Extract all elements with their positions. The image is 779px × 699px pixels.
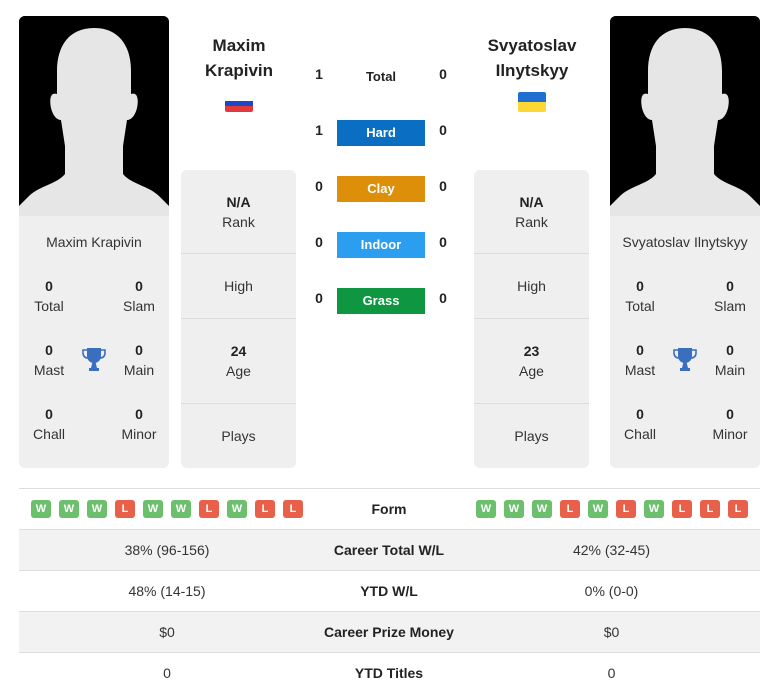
h2h-indoor-p1: 0 — [315, 234, 323, 250]
divider — [474, 253, 589, 254]
trophy-icon — [81, 346, 107, 372]
player2-value: 0 — [607, 665, 616, 681]
h2h-grass-p1: 0 — [315, 290, 323, 306]
player2-info-card: N/A Rank High 23 Age Plays — [474, 170, 589, 468]
player2-stat-minor: 0 Minor — [712, 406, 748, 442]
surface-clay[interactable]: Clay — [337, 176, 425, 202]
row-label: YTD W/L — [360, 583, 418, 599]
player2-stat-main: 0 Main — [714, 342, 746, 378]
player1-age: 24 Age — [226, 343, 251, 379]
h2h-total-p1: 1 — [315, 66, 323, 82]
form-badge-win[interactable]: W — [171, 500, 191, 518]
h2h-hard-p1: 1 — [315, 122, 323, 138]
player1-stat-slam: 0 Slam — [123, 278, 155, 314]
form-badge-loss[interactable]: L — [728, 500, 748, 518]
divider — [474, 318, 589, 319]
player1-plays: Plays — [221, 428, 256, 444]
player2-value: $0 — [603, 624, 620, 640]
h2h-total-p2: 0 — [439, 66, 447, 82]
player1-rank: N/A Rank — [222, 194, 255, 230]
player-silhouette-icon — [19, 16, 169, 216]
player-silhouette-icon — [610, 16, 760, 216]
player2-value: 42% (32-45) — [572, 542, 651, 558]
form-badge-win[interactable]: W — [588, 500, 608, 518]
row-label: Career Total W/L — [333, 542, 445, 558]
player2-name[interactable]: Svyatoslav Ilnytskyy — [462, 33, 602, 83]
player2-stat-chall: 0 Chall — [624, 406, 656, 442]
divider — [181, 318, 296, 319]
divider — [181, 403, 296, 404]
table-row: 48% (14-15) YTD W/L 0% (0-0) — [19, 570, 760, 611]
player2-card-name: Svyatoslav Ilnytskyy — [622, 234, 748, 250]
form-badge-loss[interactable]: L — [700, 500, 720, 518]
player1-stat-mast: 0 Mast — [33, 342, 65, 378]
form-badge-win[interactable]: W — [476, 500, 496, 518]
form-row: WWWLWWLWLL Form WWWLWLWLLL — [19, 488, 760, 529]
player1-value: 0 — [163, 665, 171, 681]
player1-form: WWWLWWLWLL — [31, 500, 303, 518]
row-label: Career Prize Money — [324, 624, 454, 640]
player2-plays: Plays — [514, 428, 549, 444]
surface-indoor[interactable]: Indoor — [337, 232, 425, 258]
form-label: Form — [371, 501, 407, 517]
player2-age: 23 Age — [519, 343, 544, 379]
form-badge-loss[interactable]: L — [672, 500, 692, 518]
h2h-clay-p1: 0 — [315, 178, 323, 194]
player1-card-name: Maxim Krapivin — [46, 234, 142, 250]
form-badge-loss[interactable]: L — [255, 500, 275, 518]
form-badge-loss[interactable]: L — [616, 500, 636, 518]
form-badge-loss[interactable]: L — [560, 500, 580, 518]
player2-stat-total: 0 Total — [625, 278, 655, 314]
comparison-table: WWWLWWLWLL Form WWWLWLWLLL 38% (96-156) … — [19, 488, 760, 693]
player2-form: WWWLWLWLLL — [476, 500, 748, 518]
divider — [181, 253, 296, 254]
player1-stat-total: 0 Total — [34, 278, 64, 314]
form-badge-win[interactable]: W — [532, 500, 552, 518]
player1-stat-minor: 0 Minor — [121, 406, 157, 442]
trophy-icon — [672, 346, 698, 372]
divider — [474, 403, 589, 404]
surface-grass[interactable]: Grass — [337, 288, 425, 314]
h2h-total-label: Total — [365, 69, 397, 84]
player2-stat-slam: 0 Slam — [714, 278, 746, 314]
player1-value: 48% (14-15) — [128, 583, 206, 599]
player1-card: Maxim Krapivin 0 Total 0 Slam 0 Mast 0 M… — [19, 16, 169, 468]
form-badge-loss[interactable]: L — [283, 500, 303, 518]
form-badge-win[interactable]: W — [644, 500, 664, 518]
player1-high: High — [224, 278, 253, 294]
form-badge-loss[interactable]: L — [115, 500, 135, 518]
form-badge-win[interactable]: W — [87, 500, 107, 518]
player1-value: $0 — [159, 624, 175, 640]
player1-value: 38% (96-156) — [124, 542, 210, 558]
form-badge-win[interactable]: W — [143, 500, 163, 518]
player1-info-card: N/A Rank High 24 Age Plays — [181, 170, 296, 468]
form-badge-loss[interactable]: L — [199, 500, 219, 518]
table-row: 38% (96-156) Career Total W/L 42% (32-45… — [19, 529, 760, 570]
surface-hard[interactable]: Hard — [337, 120, 425, 146]
table-row: 0 YTD Titles 0 — [19, 652, 760, 693]
player2-value: 0% (0-0) — [584, 583, 639, 599]
ukraine-flag-icon — [518, 92, 546, 112]
h2h-clay-p2: 0 — [439, 178, 447, 194]
form-badge-win[interactable]: W — [31, 500, 51, 518]
player2-stat-mast: 0 Mast — [624, 342, 656, 378]
h2h-indoor-p2: 0 — [439, 234, 447, 250]
player1-photo — [19, 16, 169, 216]
h2h-grass-p2: 0 — [439, 290, 447, 306]
table-row: $0 Career Prize Money $0 — [19, 611, 760, 652]
player2-photo — [610, 16, 760, 216]
player1-stat-chall: 0 Chall — [33, 406, 65, 442]
form-badge-win[interactable]: W — [227, 500, 247, 518]
form-badge-win[interactable]: W — [504, 500, 524, 518]
player1-name[interactable]: Maxim Krapivin — [169, 33, 309, 83]
player2-high: High — [517, 278, 546, 294]
h2h-hard-p2: 0 — [439, 122, 447, 138]
form-badge-win[interactable]: W — [59, 500, 79, 518]
russia-flag-icon — [225, 96, 253, 112]
player2-card: Svyatoslav Ilnytskyy 0 Total 0 Slam 0 Ma… — [610, 16, 760, 468]
player2-rank: N/A Rank — [515, 194, 548, 230]
player1-stat-main: 0 Main — [123, 342, 155, 378]
row-label: YTD Titles — [354, 665, 424, 681]
